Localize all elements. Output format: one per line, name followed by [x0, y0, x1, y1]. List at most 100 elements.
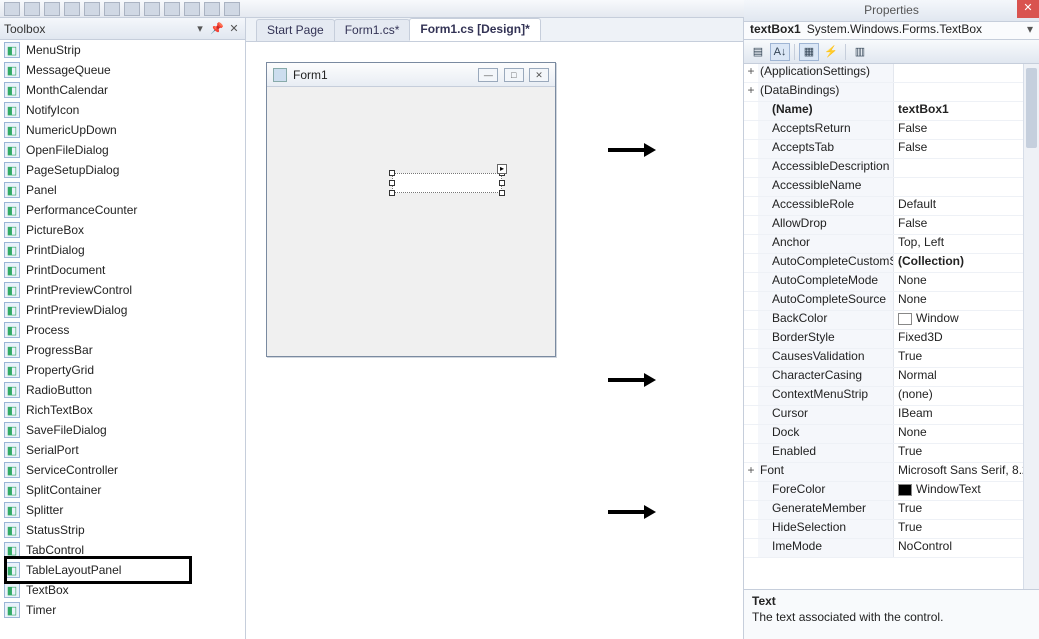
toolbar-button[interactable] — [4, 2, 20, 16]
prop-row-font[interactable]: +FontMicrosoft Sans Serif, 8.25pt — [744, 463, 1023, 482]
prop-row-generatemember[interactable]: GenerateMemberTrue — [744, 501, 1023, 520]
maximize-icon[interactable]: □ — [504, 68, 524, 82]
prop-row-borderstyle[interactable]: BorderStyleFixed3D — [744, 330, 1023, 349]
resize-handle[interactable] — [499, 180, 505, 186]
toolbox-item-splitcontainer[interactable]: ◧SplitContainer — [0, 480, 245, 500]
prop-value[interactable]: False — [894, 121, 1023, 139]
toolbar-button[interactable] — [164, 2, 180, 16]
resize-handle[interactable] — [389, 180, 395, 186]
prop-value[interactable]: None — [894, 425, 1023, 443]
prop-value[interactable]: True — [894, 349, 1023, 367]
toolbox-item-progressbar[interactable]: ◧ProgressBar — [0, 340, 245, 360]
prop-row-allowdrop[interactable]: AllowDropFalse — [744, 216, 1023, 235]
prop-row-autocompletesource[interactable]: AutoCompleteSourceNone — [744, 292, 1023, 311]
prop-value[interactable]: Normal — [894, 368, 1023, 386]
prop-row--databindings-[interactable]: +(DataBindings) — [744, 83, 1023, 102]
close-icon[interactable]: ✕ — [227, 22, 241, 36]
toolbar-button[interactable] — [44, 2, 60, 16]
toolbox-item-menustrip[interactable]: ◧MenuStrip — [0, 40, 245, 60]
prop-value[interactable] — [894, 178, 1023, 196]
resize-handle[interactable] — [499, 190, 505, 196]
tab-form1-cs-[interactable]: Form1.cs* — [334, 19, 411, 41]
prop-value[interactable]: Window — [894, 311, 1023, 329]
toolbox-item-monthcalendar[interactable]: ◧MonthCalendar — [0, 80, 245, 100]
prop-row-backcolor[interactable]: BackColorWindow — [744, 311, 1023, 330]
design-surface[interactable]: Form1 — □ ✕ ▸ — [246, 42, 743, 639]
toolbox-item-propertygrid[interactable]: ◧PropertyGrid — [0, 360, 245, 380]
pin-icon[interactable]: 📌 — [210, 22, 224, 36]
properties-button[interactable]: ▦ — [799, 43, 819, 61]
tab-start-page[interactable]: Start Page — [256, 19, 335, 41]
prop-value[interactable]: textBox1 — [894, 102, 1023, 120]
tab-form1-cs-design-[interactable]: Form1.cs [Design]* — [409, 18, 540, 41]
designer-textbox-control[interactable]: ▸ — [392, 173, 502, 193]
toolbox-item-printdialog[interactable]: ◧PrintDialog — [0, 240, 245, 260]
prop-row-autocompletecustomsource[interactable]: AutoCompleteCustomSource(Collection) — [744, 254, 1023, 273]
prop-row-accessiblerole[interactable]: AccessibleRoleDefault — [744, 197, 1023, 216]
resize-handle[interactable] — [389, 170, 395, 176]
toolbox-item-notifyicon[interactable]: ◧NotifyIcon — [0, 100, 245, 120]
prop-value[interactable]: WindowText — [894, 482, 1023, 500]
prop-row--name-[interactable]: (Name)textBox1 — [744, 102, 1023, 121]
prop-row-acceptsreturn[interactable]: AcceptsReturnFalse — [744, 121, 1023, 140]
toolbar-button[interactable] — [104, 2, 120, 16]
toolbox-item-performancecounter[interactable]: ◧PerformanceCounter — [0, 200, 245, 220]
toolbox-item-timer[interactable]: ◧Timer — [0, 600, 245, 620]
chevron-down-icon[interactable]: ▾ — [1027, 22, 1033, 36]
toolbox-item-textbox[interactable]: ◧TextBox — [0, 580, 245, 600]
toolbar-button[interactable] — [184, 2, 200, 16]
prop-value[interactable]: (Collection) — [894, 254, 1023, 272]
toolbox-item-servicecontroller[interactable]: ◧ServiceController — [0, 460, 245, 480]
prop-value[interactable]: Microsoft Sans Serif, 8.25pt — [894, 463, 1023, 481]
prop-value[interactable]: None — [894, 273, 1023, 291]
alphabetical-button[interactable]: A↓ — [770, 43, 790, 61]
toolbox-item-numericupdown[interactable]: ◧NumericUpDown — [0, 120, 245, 140]
toolbar-button[interactable] — [24, 2, 40, 16]
close-icon[interactable]: ✕ — [529, 68, 549, 82]
prop-row-acceptstab[interactable]: AcceptsTabFalse — [744, 140, 1023, 159]
expand-icon[interactable]: + — [744, 64, 758, 82]
prop-value[interactable]: True — [894, 501, 1023, 519]
prop-value[interactable]: Default — [894, 197, 1023, 215]
prop-row-cursor[interactable]: CursorIBeam — [744, 406, 1023, 425]
prop-row-forecolor[interactable]: ForeColorWindowText — [744, 482, 1023, 501]
toolbox-item-tablelayoutpanel[interactable]: ◧TableLayoutPanel — [0, 560, 245, 580]
smart-tag-icon[interactable]: ▸ — [497, 164, 507, 174]
prop-row-enabled[interactable]: EnabledTrue — [744, 444, 1023, 463]
events-button[interactable]: ⚡ — [821, 43, 841, 61]
toolbox-item-openfiledialog[interactable]: ◧OpenFileDialog — [0, 140, 245, 160]
properties-grid[interactable]: +(ApplicationSettings)+(DataBindings)(Na… — [744, 64, 1039, 589]
toolbar-button[interactable] — [224, 2, 240, 16]
categorized-button[interactable]: ▤ — [748, 43, 768, 61]
properties-close-button[interactable]: ✕ — [1017, 0, 1039, 18]
prop-row-causesvalidation[interactable]: CausesValidationTrue — [744, 349, 1023, 368]
prop-value[interactable]: Fixed3D — [894, 330, 1023, 348]
toolbox-item-savefiledialog[interactable]: ◧SaveFileDialog — [0, 420, 245, 440]
expand-icon[interactable]: + — [744, 463, 758, 481]
dropdown-icon[interactable]: ▾ — [193, 22, 207, 36]
prop-value[interactable]: True — [894, 520, 1023, 538]
minimize-icon[interactable]: — — [478, 68, 498, 82]
form-window[interactable]: Form1 — □ ✕ ▸ — [266, 62, 556, 357]
toolbar-button[interactable] — [204, 2, 220, 16]
toolbox-item-richtextbox[interactable]: ◧RichTextBox — [0, 400, 245, 420]
toolbar-button[interactable] — [124, 2, 140, 16]
toolbar-button[interactable] — [144, 2, 160, 16]
toolbox-item-splitter[interactable]: ◧Splitter — [0, 500, 245, 520]
toolbox-item-panel[interactable]: ◧Panel — [0, 180, 245, 200]
toolbox-item-statusstrip[interactable]: ◧StatusStrip — [0, 520, 245, 540]
prop-row-accessiblename[interactable]: AccessibleName — [744, 178, 1023, 197]
toolbox-item-printpreviewdialog[interactable]: ◧PrintPreviewDialog — [0, 300, 245, 320]
prop-value[interactable]: Top, Left — [894, 235, 1023, 253]
prop-row--applicationsettings-[interactable]: +(ApplicationSettings) — [744, 64, 1023, 83]
prop-row-autocompletemode[interactable]: AutoCompleteModeNone — [744, 273, 1023, 292]
scrollbar-thumb[interactable] — [1026, 68, 1037, 148]
toolbox-item-messagequeue[interactable]: ◧MessageQueue — [0, 60, 245, 80]
toolbar-button[interactable] — [64, 2, 80, 16]
expand-icon[interactable]: + — [744, 83, 758, 101]
prop-value[interactable] — [894, 83, 1023, 101]
prop-row-accessibledescription[interactable]: AccessibleDescription — [744, 159, 1023, 178]
prop-value[interactable]: NoControl — [894, 539, 1023, 557]
prop-value[interactable]: True — [894, 444, 1023, 462]
prop-value[interactable]: (none) — [894, 387, 1023, 405]
